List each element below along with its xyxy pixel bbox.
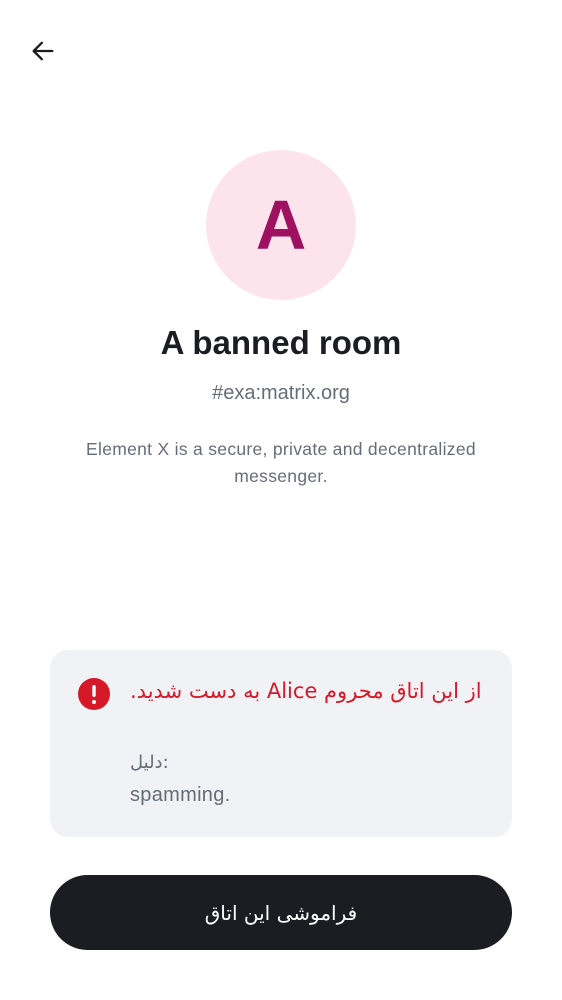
arrow-left-icon	[32, 41, 54, 61]
avatar-initial: A	[255, 186, 307, 264]
room-description: Element X is a secure, private and decen…	[86, 439, 476, 486]
ban-message: از این اتاق محروم Alice به دست شدید.	[130, 679, 482, 703]
room-avatar: A	[206, 150, 356, 300]
ban-reason-label: دلیل:	[130, 752, 169, 773]
room-alias: #exa:matrix.org	[212, 382, 350, 404]
forget-room-button[interactable]: فراموشی این اتاق	[50, 875, 512, 950]
banned-room-screen: A A banned room #exa:matrix.org Element …	[0, 0, 562, 1000]
room-name: A banned room	[160, 324, 402, 361]
error-icon	[78, 678, 110, 710]
back-button[interactable]	[22, 30, 64, 72]
ban-reason-value: spamming.	[130, 784, 231, 806]
ban-notice-card: از این اتاق محروم Alice به دست شدید. دلی…	[50, 650, 512, 837]
